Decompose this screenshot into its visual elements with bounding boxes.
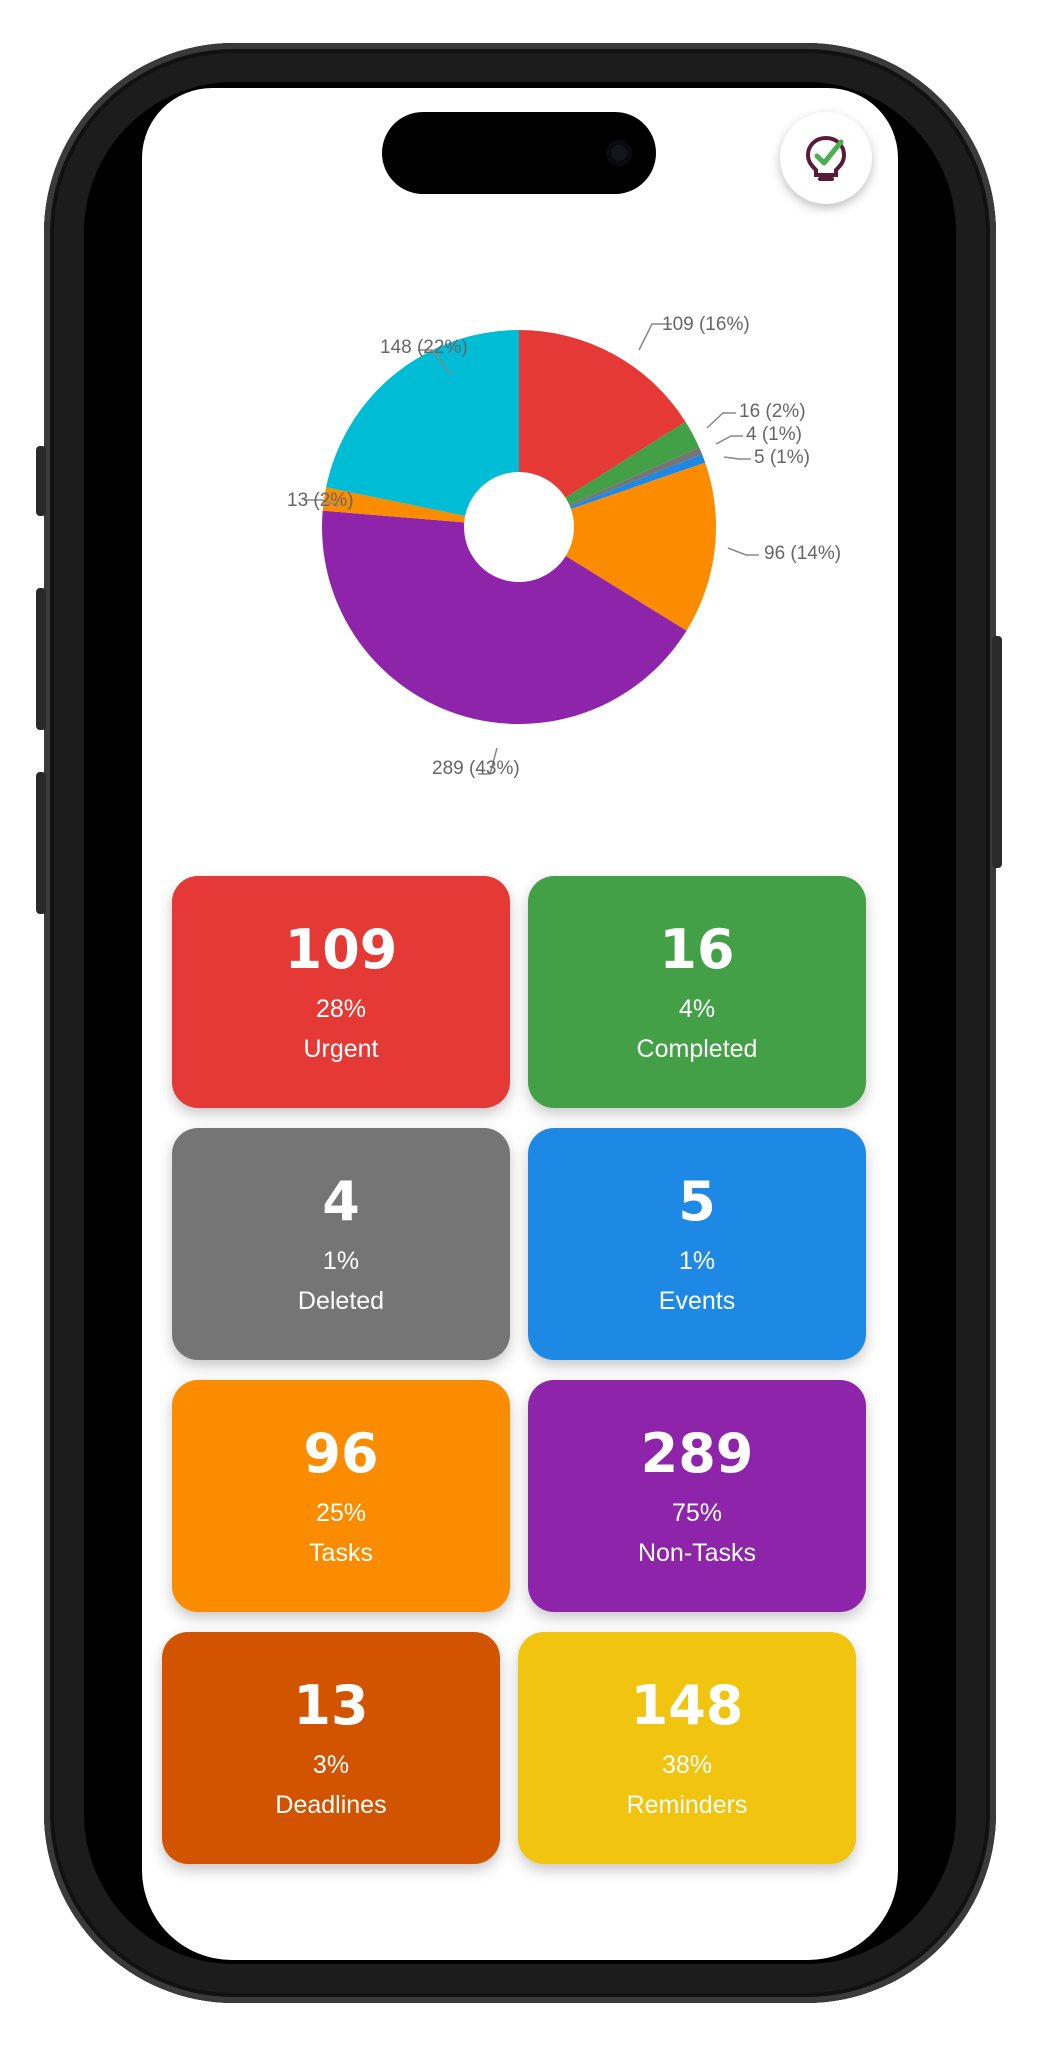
category-donut-chart: 109 (16%) 16 (2%)4 (1%)5 (1%) 96 (14%) 289 … xyxy=(287,314,841,779)
volume-down-button xyxy=(36,772,46,914)
slice-label: 289 (43%) xyxy=(432,758,520,779)
stat-count: 16 xyxy=(659,918,735,981)
slice-leader-line xyxy=(706,412,736,429)
stat-label: Urgent xyxy=(303,1035,379,1063)
slice-leader-line xyxy=(727,547,759,556)
stat-label: Events xyxy=(658,1287,736,1315)
stat-card-reminders[interactable]: 148 38% Reminders xyxy=(518,1632,856,1864)
stat-count: 289 xyxy=(640,1422,754,1485)
stat-count: 4 xyxy=(322,1170,360,1233)
stat-card-non-tasks[interactable]: 289 75% Non-Tasks xyxy=(528,1380,866,1612)
action-button xyxy=(36,446,46,516)
slice-label: 148 (22%) xyxy=(380,337,468,358)
stat-count: 5 xyxy=(678,1170,716,1233)
stat-card-completed[interactable]: 16 4% Completed xyxy=(528,876,866,1108)
stat-label: Reminders xyxy=(626,1791,748,1819)
stat-card-urgent[interactable]: 109 28% Urgent xyxy=(172,876,510,1108)
stat-card-deadlines[interactable]: 13 3% Deadlines xyxy=(162,1632,500,1864)
stat-count: 13 xyxy=(293,1674,369,1737)
power-button xyxy=(992,636,1002,868)
stat-label: Completed xyxy=(636,1035,758,1063)
slice-label: 96 (14%) xyxy=(764,543,841,564)
slice-label: 5 (1%) xyxy=(754,447,810,468)
slice-label: 13 (2%) xyxy=(287,490,354,511)
volume-up-button xyxy=(36,588,46,730)
app-screen: 109 (16%) 16 (2%) 4 (1%) 5 (1%) 96 (14%) 289 … xyxy=(142,88,898,1960)
slice-leader-line xyxy=(715,435,743,445)
stat-card-tasks[interactable]: 96 25% Tasks xyxy=(172,1380,510,1612)
stat-count: 148 xyxy=(630,1674,744,1737)
stat-percent: 1% xyxy=(678,1247,716,1275)
stat-percent: 4% xyxy=(678,995,716,1023)
stat-percent: 1% xyxy=(322,1247,360,1275)
stat-percent: 38% xyxy=(661,1751,713,1779)
stat-count: 96 xyxy=(303,1422,379,1485)
slice-label: 16 (2%) xyxy=(739,401,806,422)
slice-leader-line xyxy=(723,456,751,460)
stat-label: Deadlines xyxy=(275,1791,387,1819)
slice-label: 4 (1%) xyxy=(746,424,802,445)
stat-percent: 3% xyxy=(312,1751,350,1779)
slice-label: 109 (16%) xyxy=(662,314,750,335)
stat-label: Deleted xyxy=(297,1287,385,1315)
stat-label: Non-Tasks xyxy=(637,1539,757,1567)
stat-percent: 75% xyxy=(671,1499,723,1527)
stat-label: Tasks xyxy=(309,1539,373,1567)
stat-percent: 28% xyxy=(315,995,367,1023)
stat-card-deleted[interactable]: 4 1% Deleted xyxy=(172,1128,510,1360)
stat-card-events[interactable]: 5 1% Events xyxy=(528,1128,866,1360)
stat-percent: 25% xyxy=(315,1499,367,1527)
stat-count: 109 xyxy=(284,918,398,981)
